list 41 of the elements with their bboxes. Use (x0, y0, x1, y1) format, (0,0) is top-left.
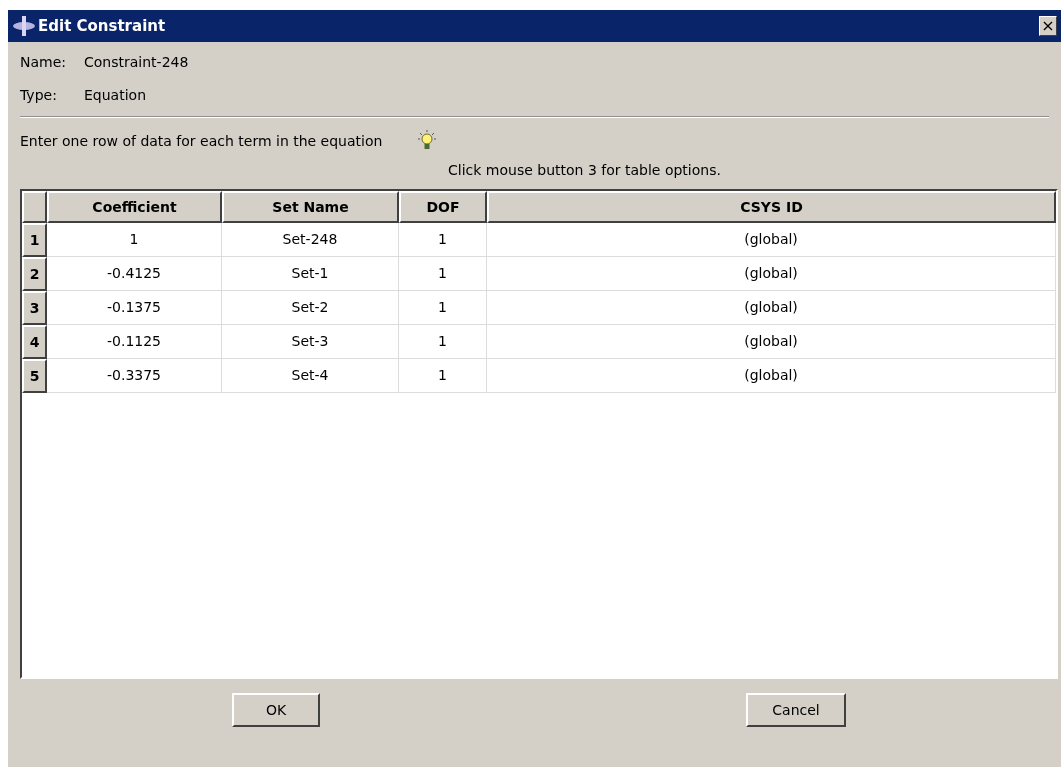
instruction-text: Enter one row of data for each term in the equation (20, 131, 383, 151)
column-header[interactable]: Coefficient (47, 191, 222, 223)
app-icon (12, 15, 36, 37)
row-header[interactable]: 3 (22, 291, 47, 325)
column-header[interactable]: DOF (399, 191, 487, 223)
table-cell: Set-3 (222, 325, 399, 359)
table-cell: (global) (487, 359, 1056, 393)
dialog-button[interactable]: OK (232, 693, 320, 727)
close-button[interactable]: × (1039, 16, 1057, 36)
row-header[interactable]: 2 (22, 257, 47, 291)
window-title: Edit Constraint (38, 15, 167, 37)
table-cell: 1 (399, 257, 487, 291)
field-value: Constraint-248 (84, 53, 189, 72)
table-cell: Set-1 (222, 257, 399, 291)
table-cell: (global) (487, 223, 1056, 257)
table-cell: -0.1375 (47, 291, 222, 325)
table-cell: 1 (399, 359, 487, 393)
row-header[interactable]: 1 (22, 223, 47, 257)
table-cell: -0.3375 (47, 359, 222, 393)
lightbulb-icon (416, 130, 439, 152)
table-cell: 1 (399, 325, 487, 359)
column-header[interactable]: CSYS ID (487, 191, 1056, 223)
table-cell: -0.1125 (47, 325, 222, 359)
table-cell: Set-248 (222, 223, 399, 257)
dialog-button[interactable]: Cancel (746, 693, 846, 727)
table-cell: 1 (47, 223, 222, 257)
table-cell: 1 (399, 291, 487, 325)
table-cell: (global) (487, 325, 1056, 359)
row-header[interactable]: 5 (22, 359, 47, 393)
field-label: Type: (20, 86, 58, 105)
row-header[interactable]: 4 (22, 325, 47, 359)
table-cell: Set-4 (222, 359, 399, 393)
hint-text: Click mouse button 3 for table options. (448, 161, 721, 180)
field-label: Name: (20, 53, 68, 72)
table-cell: (global) (487, 257, 1056, 291)
table-cell: 1 (399, 223, 487, 257)
field-value: Equation (84, 86, 146, 105)
table-cell: Set-2 (222, 291, 399, 325)
table-cell: -0.4125 (47, 257, 222, 291)
column-header[interactable]: Set Name (222, 191, 399, 223)
table-cell: (global) (487, 291, 1056, 325)
